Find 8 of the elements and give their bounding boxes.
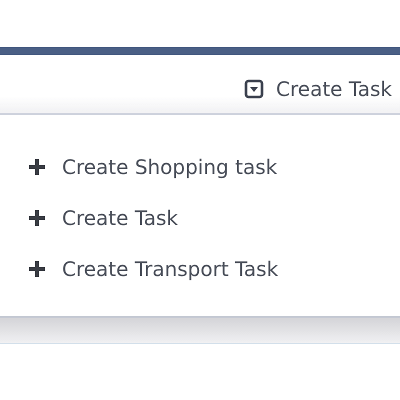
plus-icon xyxy=(28,209,46,227)
dropdown-icon xyxy=(244,79,264,99)
plus-icon xyxy=(28,158,46,176)
menu-item[interactable]: Create Shopping task xyxy=(0,151,400,183)
create-task-button[interactable]: Create Task xyxy=(244,77,392,101)
plus-icon xyxy=(28,260,46,278)
menu-item[interactable]: Create Transport Task xyxy=(0,253,400,285)
menu-item[interactable]: Create Task xyxy=(0,202,400,234)
